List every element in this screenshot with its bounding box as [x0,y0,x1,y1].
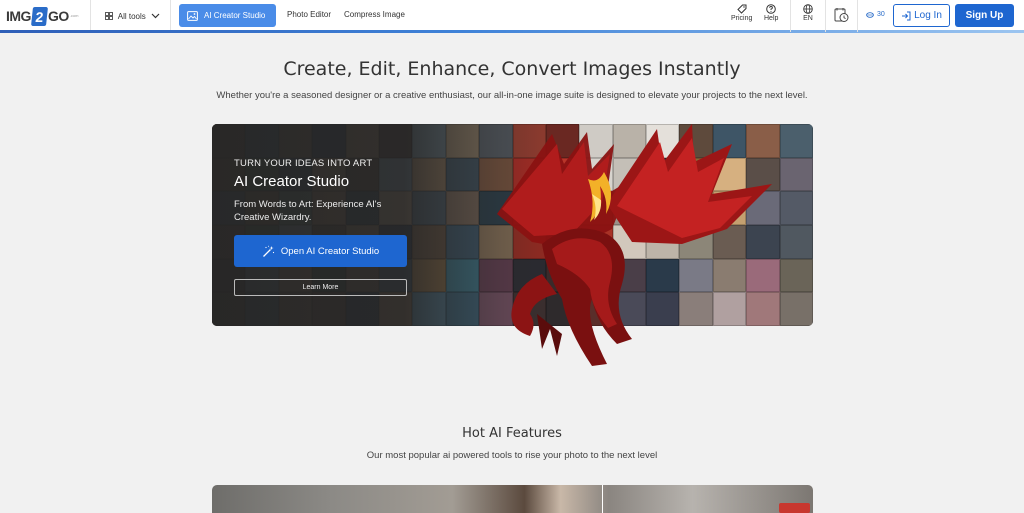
logo-suffix: .com [69,13,79,18]
feature-preview-image[interactable] [212,485,813,513]
pricing-link[interactable]: Pricing [731,4,752,22]
header-divider [857,0,858,32]
before-after-divider[interactable] [602,485,603,513]
header-divider [790,0,791,32]
open-ai-creator-studio-button[interactable]: Open AI Creator Studio [234,235,407,267]
coin-icon [866,11,874,18]
sign-in-icon [902,11,911,20]
help-label: Help [764,15,779,22]
nav-ai-creator-studio[interactable]: AI Creator Studio [179,4,276,27]
signup-label: Sign Up [965,10,1004,21]
header-divider [825,0,826,32]
section-title: Hot AI Features [462,426,562,441]
question-circle-icon [766,4,777,14]
banner-description: From Words to Art: Experience AI's Creat… [234,199,382,223]
header-accent-line [0,30,1024,33]
all-tools-label: All tools [117,11,146,21]
learn-more-button[interactable]: Learn More [234,279,407,296]
signup-button[interactable]: Sign Up [955,4,1014,27]
logo-text-img: IMG [6,8,31,24]
credits-counter[interactable]: 30 [866,11,885,18]
banner-title: AI Creator Studio [234,173,350,190]
img2go-logo[interactable]: IMG 2 GO .com [6,5,79,27]
tag-icon [736,4,747,14]
globe-icon [803,4,813,14]
all-tools-dropdown[interactable]: All tools [91,0,170,32]
help-link[interactable]: Help [764,4,778,22]
learn-more-label: Learn More [302,284,339,291]
credits-value: 30 [877,11,885,18]
magic-wand-icon [262,245,274,257]
logo-text-go: GO [47,8,69,24]
nav-photo-editor[interactable]: Photo Editor [287,10,331,19]
header-divider [169,0,171,32]
chevron-down-icon [151,13,160,19]
login-label: Log In [914,10,942,21]
page-subtitle: Whether you're a seasoned designer or a … [216,90,808,101]
cta-label: Open AI Creator Studio [280,245,380,257]
nav-compress-image[interactable]: Compress Image [344,10,405,19]
section-subtitle: Our most popular ai powered tools to ris… [366,450,658,461]
nav-ai-creator-label: AI Creator Studio [204,11,266,20]
pricing-label: Pricing [731,15,753,22]
language-selector[interactable]: EN [803,4,813,22]
banner-kicker: TURN YOUR IDEAS INTO ART [234,158,373,169]
feature-preview-sign [779,503,810,513]
page-title: Create, Edit, Enhance, Convert Images In… [283,58,741,80]
language-label: EN [803,15,813,22]
login-button[interactable]: Log In [893,4,950,27]
grid-icon [104,12,113,20]
logo-text-2: 2 [30,6,48,26]
image-icon [187,10,198,21]
history-clock-icon[interactable] [834,7,849,28]
